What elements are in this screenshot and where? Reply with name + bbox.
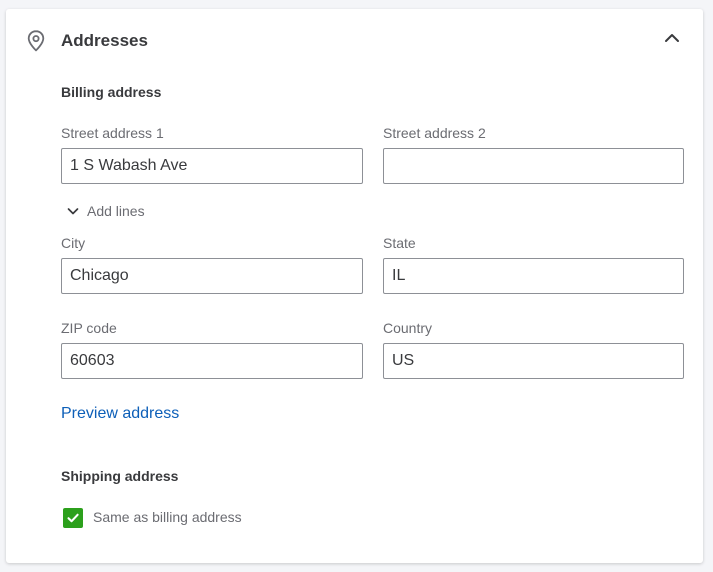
add-lines-toggle[interactable]: Add lines bbox=[66, 201, 145, 221]
same-as-billing-checkbox[interactable] bbox=[63, 508, 83, 528]
street-address-1-label: Street address 1 bbox=[61, 125, 164, 141]
chevron-up-icon[interactable] bbox=[662, 28, 682, 48]
city-input[interactable] bbox=[61, 258, 363, 294]
zip-code-label: ZIP code bbox=[61, 320, 117, 336]
city-label: City bbox=[61, 235, 86, 251]
map-pin-icon bbox=[27, 30, 45, 52]
street-address-1-input[interactable] bbox=[61, 148, 363, 184]
shipping-address-heading: Shipping address bbox=[61, 468, 179, 484]
add-lines-label: Add lines bbox=[87, 203, 145, 219]
street-address-2-input[interactable] bbox=[383, 148, 684, 184]
same-as-billing-label[interactable]: Same as billing address bbox=[93, 509, 242, 525]
section-title: Addresses bbox=[61, 31, 148, 50]
state-input[interactable] bbox=[383, 258, 684, 294]
country-input[interactable] bbox=[383, 343, 684, 379]
zip-code-input[interactable] bbox=[61, 343, 363, 379]
country-label: Country bbox=[383, 320, 433, 336]
checkmark-icon bbox=[67, 513, 79, 523]
billing-address-heading: Billing address bbox=[61, 84, 162, 100]
state-label: State bbox=[383, 235, 416, 251]
section-header[interactable]: Addresses bbox=[6, 9, 703, 71]
street-address-2-label: Street address 2 bbox=[383, 125, 486, 141]
addresses-card: Addresses Billing address Street address… bbox=[6, 9, 703, 563]
chevron-down-icon bbox=[67, 208, 79, 215]
preview-address-link[interactable]: Preview address bbox=[61, 405, 179, 423]
